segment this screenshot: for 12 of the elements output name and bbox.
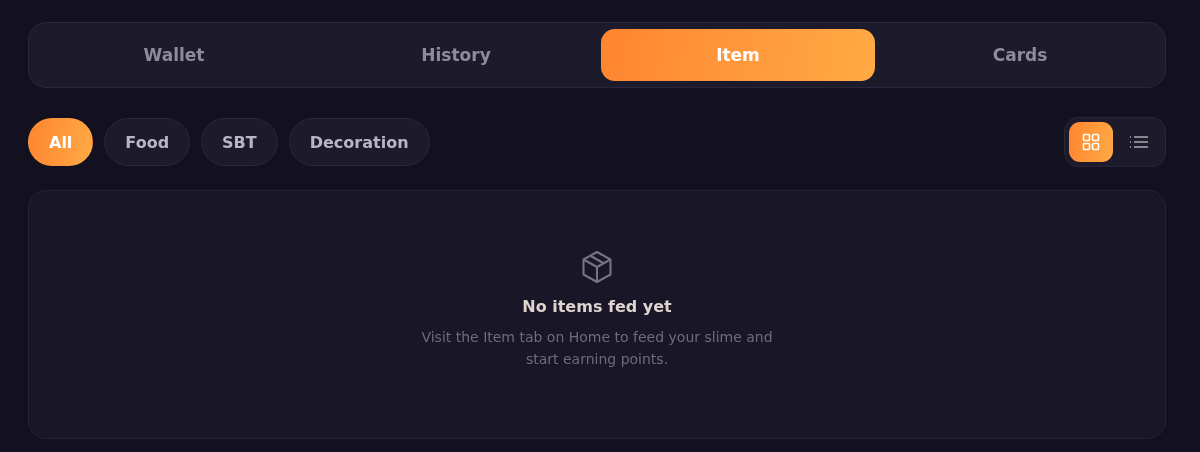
tab[interactable]: History	[319, 29, 593, 81]
filter-chip[interactable]: Decoration	[288, 118, 430, 166]
empty-state-title: No items fed yet	[522, 297, 672, 316]
box-icon	[579, 249, 615, 285]
grid-icon	[1082, 133, 1100, 151]
filter-chip[interactable]: Food	[104, 118, 191, 166]
tab[interactable]: Wallet	[37, 29, 311, 81]
grid-view-button[interactable]	[1069, 122, 1113, 162]
filter-chip[interactable]: SBT	[201, 118, 278, 166]
empty-state-message: Visit the Item tab on Home to feed your slime and start earning points.	[420, 328, 774, 369]
list-icon	[1129, 135, 1149, 149]
tab[interactable]: Cards	[883, 29, 1157, 81]
